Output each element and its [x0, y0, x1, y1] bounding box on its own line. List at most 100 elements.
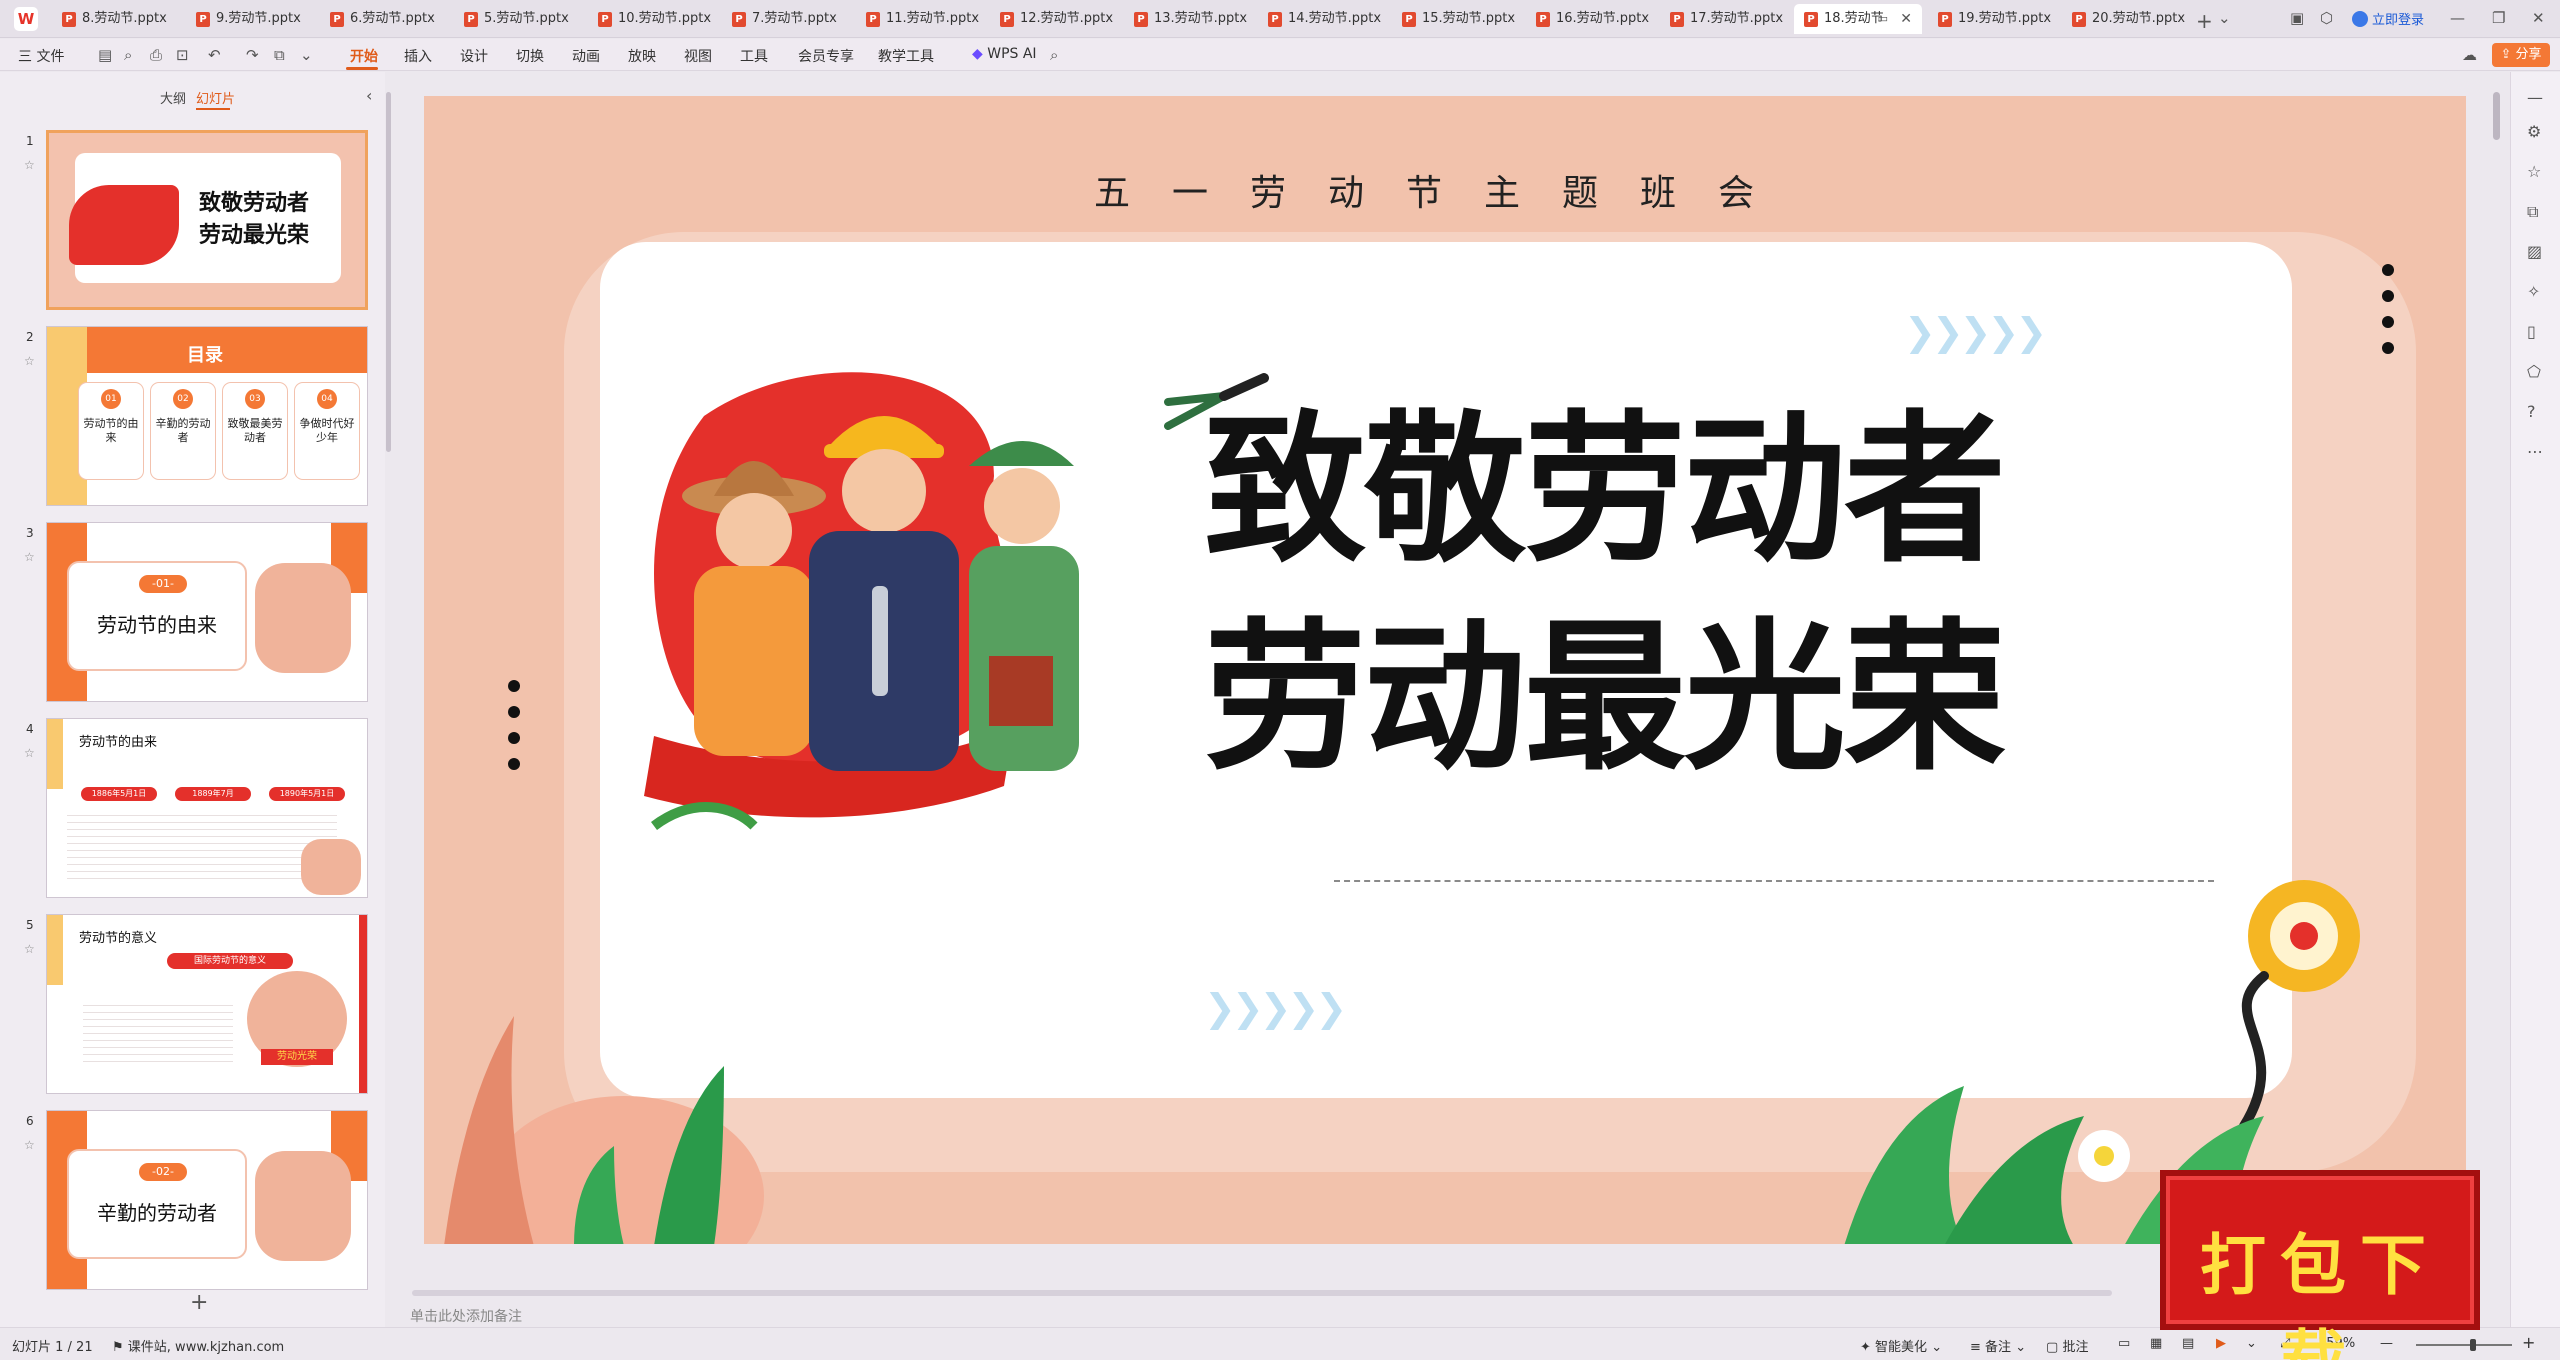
slide-thumbnail-4[interactable]: 劳动节的由来 1886年5月1日 1889年7月 1890年5月1日 [46, 718, 368, 898]
star-icon[interactable]: ☆ [24, 942, 35, 956]
document-tab[interactable]: P 8.劳动节.pptx [52, 4, 180, 34]
document-tab[interactable]: P 16.劳动节.pptx [1526, 4, 1654, 34]
notes-toggle-button[interactable]: ≡ 备注 ⌄ [1970, 1336, 2026, 1355]
star-icon[interactable]: ☆ [24, 550, 35, 564]
ribbon-tab[interactable]: 工具 [740, 46, 768, 66]
ribbon-tab[interactable]: 切换 [516, 46, 544, 66]
restore-icon[interactable]: ❐ [2492, 9, 2505, 27]
normal-view-icon[interactable]: ▭ [2118, 1336, 2130, 1351]
document-tab[interactable]: P 6.劳动节.pptx [320, 4, 448, 34]
slide-thumbnail-panel: 大纲 幻灯片 ‹ 1 ☆ 致敬劳动者 劳动最光荣 2 ☆ 目录 01 劳动节的由来… [0, 72, 391, 1327]
document-tab[interactable]: P 9.劳动节.pptx [186, 4, 314, 34]
magic-tools-icon[interactable]: ✧ [2527, 282, 2540, 301]
rail-minus-icon[interactable]: — [2527, 88, 2543, 107]
tab-list-dropdown-icon[interactable]: ⌄ [2218, 9, 2231, 27]
copy-icon[interactable]: ⧉ [2527, 202, 2538, 222]
current-slide[interactable]: 五一劳动节主题班会 ❯❯❯❯❯ ❯❯❯❯❯ 致敬劳动者 劳动最光荣 [424, 96, 2466, 1244]
login-button[interactable]: 立即登录 [2352, 9, 2424, 28]
undo-icon[interactable]: ↶ [208, 46, 221, 64]
comment-button[interactable]: ▢ 批注 [2046, 1336, 2088, 1355]
pptx-file-icon: P [866, 12, 880, 27]
ribbon-tab[interactable]: 开始 [350, 46, 378, 66]
more-icon[interactable]: ⋯ [2527, 442, 2543, 461]
tab-slides[interactable]: 幻灯片 [196, 88, 235, 107]
preview-icon[interactable]: ⊡ [176, 46, 189, 64]
slide-thumbnail-6[interactable]: -02- 辛勤的劳动者 [46, 1110, 368, 1290]
star-icon[interactable]: ☆ [24, 158, 35, 172]
document-tab[interactable]: P 5.劳动节.pptx [454, 4, 582, 34]
ribbon-tab[interactable]: 放映 [628, 46, 656, 66]
star-icon[interactable]: ☆ [24, 746, 35, 760]
properties-icon[interactable]: ⚙ [2527, 122, 2541, 141]
zoom-in-icon[interactable]: + [2522, 1333, 2535, 1352]
file-menu[interactable]: 三 文件 [18, 46, 64, 66]
download-package-badge[interactable]: 打包下载 [2160, 1170, 2480, 1360]
add-slide-button[interactable]: + [190, 1290, 208, 1315]
close-tab-icon[interactable]: ✕ [1900, 4, 1912, 34]
ribbon-tab[interactable]: 动画 [572, 46, 600, 66]
ribbon-tab[interactable]: 会员专享 [798, 46, 854, 66]
search-icon[interactable]: ⌕ [1050, 46, 1058, 64]
document-tab[interactable]: P 14.劳动节.pptx [1258, 4, 1386, 34]
help-icon[interactable]: ? [2527, 402, 2536, 421]
ribbon-tab[interactable]: 设计 [460, 46, 488, 66]
shape-icon[interactable]: ⬠ [2527, 362, 2541, 381]
window-layout-icon[interactable]: ▣ [2290, 9, 2304, 27]
cube-icon[interactable]: ⬡ [2320, 9, 2333, 27]
wps-logo-icon[interactable]: W [14, 7, 38, 31]
pptx-file-icon: P [1536, 12, 1550, 27]
decor-dot [2382, 290, 2394, 302]
document-tab[interactable]: P 13.劳动节.pptx [1124, 4, 1252, 34]
canvas-vertical-scrollbar[interactable] [2493, 92, 2500, 140]
save-icon[interactable]: ▤ [98, 46, 112, 64]
document-tab[interactable]: P 18.劳动节 ✕ ▭ [1794, 4, 1922, 34]
canvas-horizontal-scrollbar[interactable] [412, 1290, 2112, 1296]
thumb-section-title: 辛勤的劳动者 [97, 1201, 217, 1225]
grid-view-icon[interactable]: ▦ [2150, 1336, 2162, 1351]
document-tab[interactable]: P 17.劳动节.pptx [1660, 4, 1788, 34]
document-tab[interactable]: P 20.劳动节.pptx [2062, 4, 2190, 34]
document-tab[interactable]: P 12.劳动节.pptx [990, 4, 1118, 34]
print-icon[interactable]: ⎙ [150, 46, 162, 64]
pptx-file-icon: P [1134, 12, 1148, 27]
cloud-sync-icon[interactable]: ☁ [2462, 46, 2477, 64]
format-painter-icon[interactable]: ⧉ [274, 46, 285, 64]
pptx-file-icon: P [330, 12, 344, 27]
open-icon[interactable]: ⌕ [124, 46, 132, 64]
document-tab[interactable]: P 7.劳动节.pptx [722, 4, 850, 34]
slide-thumbnail-3[interactable]: -01- 劳动节的由来 [46, 522, 368, 702]
share-button[interactable]: ⇪ 分享 [2492, 43, 2550, 67]
notes-placeholder[interactable]: 单击此处添加备注 [410, 1306, 522, 1326]
favorites-icon[interactable]: ☆ [2527, 162, 2541, 181]
pptx-file-icon: P [732, 12, 746, 27]
wps-ai-button[interactable]: ◆ WPS AI [972, 46, 1037, 62]
document-tab[interactable]: P 11.劳动节.pptx [856, 4, 984, 34]
document-tab[interactable]: P 10.劳动节.pptx [588, 4, 716, 34]
document-tab[interactable]: P 15.劳动节.pptx [1392, 4, 1520, 34]
thumbnail-scrollbar[interactable] [386, 92, 391, 452]
ribbon-tab[interactable]: 视图 [684, 46, 712, 66]
slide-thumbnail-5[interactable]: 劳动节的意义 国际劳动节的意义 劳动光荣 [46, 914, 368, 1094]
book-icon[interactable]: ▯ [2527, 322, 2536, 341]
document-tab[interactable]: P 19.劳动节.pptx [1928, 4, 2056, 34]
slide-thumbnail-2[interactable]: 目录 01 劳动节的由来 02 辛勤的劳动者 03 致敬最美劳动者 04 争做时代好少年 [46, 326, 368, 506]
download-badge-label: 打包下载 [2200, 1226, 2440, 1360]
star-icon[interactable]: ☆ [24, 1138, 35, 1152]
quick-access-more-icon[interactable]: ⌄ [300, 46, 313, 64]
slide-thumbnail-1[interactable]: 致敬劳动者 劳动最光荣 [46, 130, 368, 310]
redo-icon[interactable]: ↷ [246, 46, 259, 64]
slides-tab-indicator [196, 108, 230, 110]
collapse-panel-icon[interactable]: ‹ [366, 86, 372, 105]
star-icon[interactable]: ☆ [24, 354, 35, 368]
beautify-button[interactable]: ✦ 智能美化 ⌄ [1860, 1336, 1942, 1355]
tab-outline[interactable]: 大纲 [160, 88, 186, 107]
thumb-side-band [47, 915, 63, 985]
ribbon-tab[interactable]: 插入 [404, 46, 432, 66]
slide-number: 2 [26, 330, 34, 344]
image-icon[interactable]: ▨ [2527, 242, 2542, 261]
minimize-icon[interactable]: — [2450, 9, 2465, 27]
close-window-icon[interactable]: ✕ [2532, 9, 2545, 27]
new-tab-button[interactable]: + [2196, 9, 2213, 33]
ribbon-tab[interactable]: 教学工具 [878, 46, 934, 66]
comment-icon: ▢ [2046, 1340, 2059, 1355]
